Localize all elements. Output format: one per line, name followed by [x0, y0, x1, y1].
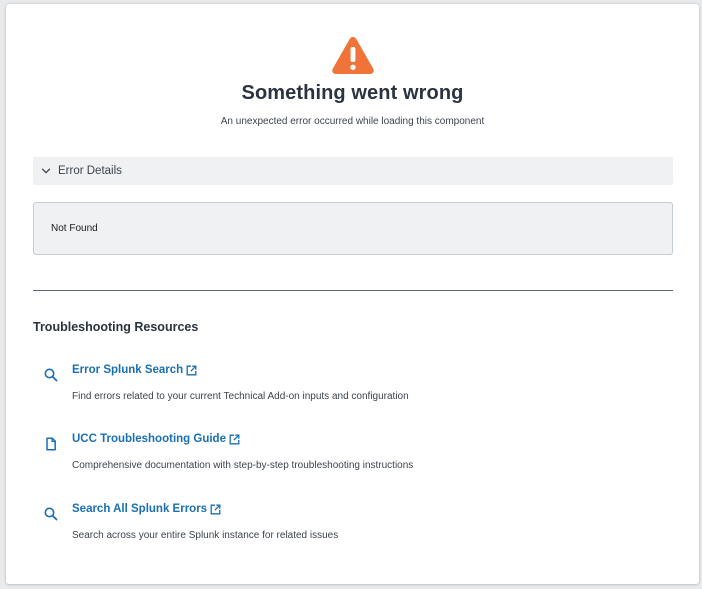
resource-link-label: Search All Splunk Errors: [72, 503, 208, 515]
ucc-troubleshooting-guide-link[interactable]: UCC Troubleshooting Guide: [72, 433, 240, 445]
resource-description: Find errors related to your current Tech…: [72, 391, 409, 402]
resource-link-label: UCC Troubleshooting Guide: [72, 433, 226, 445]
document-icon: [46, 437, 56, 451]
resource-description: Search across your entire Splunk instanc…: [72, 530, 339, 541]
search-icon: [44, 507, 58, 521]
error-details-toggle[interactable]: Error Details: [33, 157, 673, 185]
error-title: Something went wrong: [241, 82, 464, 104]
error-card: Something went wrong An unexpected error…: [6, 4, 699, 584]
error-details-label: Error Details: [58, 165, 122, 177]
resources-heading: Troubleshooting Resources: [33, 320, 199, 334]
external-link-icon: [186, 365, 197, 375]
chevron-down-icon: [41, 168, 51, 174]
error-message: Not Found: [51, 223, 98, 234]
external-link-icon: [210, 504, 221, 514]
error-splunk-search-link[interactable]: Error Splunk Search: [72, 364, 197, 376]
resource-link-label: Error Splunk Search: [72, 364, 184, 376]
warning-triangle-icon: [332, 37, 374, 74]
error-details-panel: Not Found: [33, 202, 673, 255]
search-icon: [44, 368, 58, 382]
error-subtitle: An unexpected error occurred while loadi…: [220, 116, 485, 127]
resource-description: Comprehensive documentation with step-by…: [72, 460, 414, 471]
section-divider: [33, 290, 673, 291]
external-link-icon: [229, 434, 240, 444]
search-all-splunk-errors-link[interactable]: Search All Splunk Errors: [72, 503, 221, 515]
